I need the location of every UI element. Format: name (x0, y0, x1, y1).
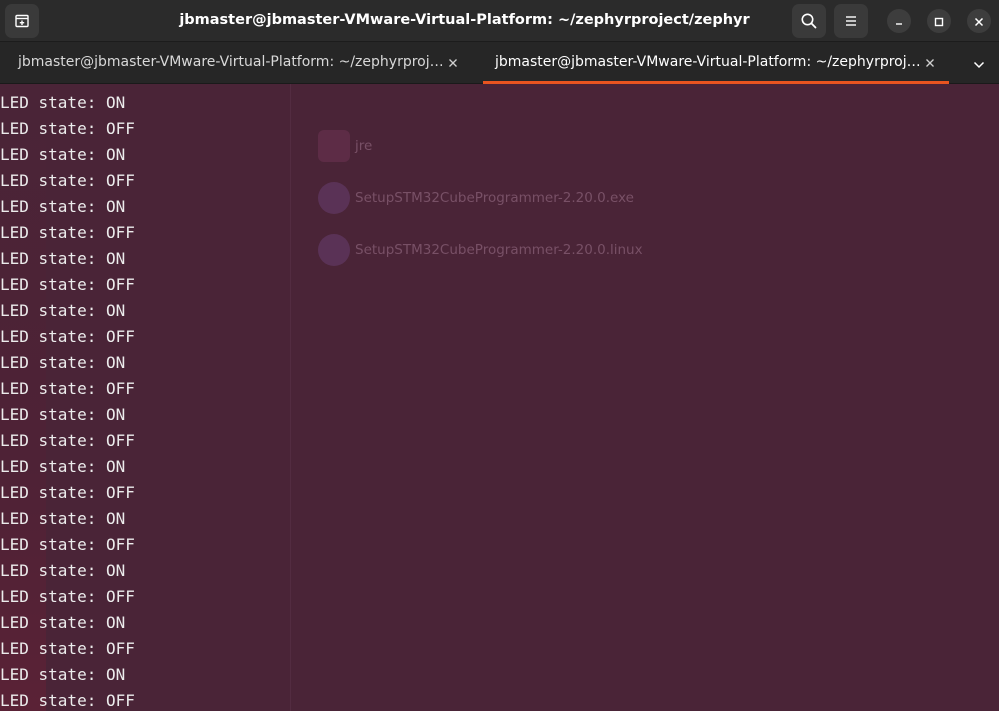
terminal-line: LED state: OFF (0, 691, 135, 710)
terminal-line: LED state: OFF (0, 275, 135, 294)
tab-terminal-2[interactable]: jbmaster@jbmaster-VMware-Virtual-Platfor… (483, 42, 949, 84)
menu-button[interactable] (834, 4, 868, 38)
background-file-name: jre (355, 138, 373, 154)
terminal-line: LED state: OFF (0, 119, 135, 138)
terminal-line: LED state: OFF (0, 379, 135, 398)
terminal-line: LED state: ON (0, 457, 126, 476)
terminal-line: LED state: OFF (0, 639, 135, 658)
terminal-line: LED state: ON (0, 509, 126, 528)
terminal-line: LED state: OFF (0, 535, 135, 554)
terminal-line: LED state: ON (0, 249, 126, 268)
terminal-line: LED state: OFF (0, 327, 135, 346)
tab-close-button[interactable] (445, 55, 461, 71)
terminal-line: LED state: OFF (0, 431, 135, 450)
close-icon (926, 59, 934, 67)
terminal-line: LED state: OFF (0, 223, 135, 242)
terminal-line: LED state: ON (0, 405, 126, 424)
close-icon (449, 59, 457, 67)
terminal-line: LED state: ON (0, 561, 126, 580)
installer-icon (318, 182, 350, 214)
minimize-button[interactable] (887, 9, 911, 33)
minimize-icon (894, 12, 904, 31)
terminal-line: LED state: ON (0, 301, 126, 320)
tab-terminal-1[interactable]: jbmaster@jbmaster-VMware-Virtual-Platfor… (0, 42, 474, 84)
background-file-name: SetupSTM32CubeProgrammer-2.20.0.exe (355, 190, 634, 206)
maximize-button[interactable] (927, 9, 951, 33)
background-file-item: jre (318, 130, 372, 162)
terminal-output[interactable]: jre SetupSTM32CubeProgrammer-2.20.0.exe … (0, 84, 999, 711)
tab-label: jbmaster@jbmaster-VMware-Virtual-Platfor… (495, 54, 921, 70)
tab-label: jbmaster@jbmaster-VMware-Virtual-Platfor… (18, 54, 444, 70)
tab-overflow-button[interactable] (968, 54, 990, 72)
header-bar: jbmaster@jbmaster-VMware-Virtual-Platfor… (0, 0, 999, 42)
background-file-item: SetupSTM32CubeProgrammer-2.20.0.linux (318, 234, 643, 266)
terminal-line: LED state: ON (0, 197, 126, 216)
close-icon (974, 12, 984, 31)
hamburger-menu-icon (844, 14, 858, 28)
tab-close-button[interactable] (922, 55, 938, 71)
terminal-line: LED state: ON (0, 145, 126, 164)
close-button[interactable] (967, 9, 991, 33)
terminal-line: LED state: OFF (0, 483, 135, 502)
background-file-name: SetupSTM32CubeProgrammer-2.20.0.linux (355, 242, 643, 258)
folder-icon (318, 130, 350, 162)
window-title: jbmaster@jbmaster-VMware-Virtual-Platfor… (179, 12, 750, 28)
terminal-line: LED state: OFF (0, 587, 135, 606)
search-button[interactable] (792, 4, 826, 38)
terminal-line: LED state: OFF (0, 171, 135, 190)
new-tab-icon (14, 13, 30, 29)
chevron-down-icon (973, 54, 985, 73)
maximize-icon (934, 12, 944, 31)
tab-bar: jbmaster@jbmaster-VMware-Virtual-Platfor… (0, 42, 999, 84)
terminal-line: LED state: ON (0, 613, 126, 632)
terminal-line: LED state: ON (0, 93, 126, 112)
background-file-item: SetupSTM32CubeProgrammer-2.20.0.exe (318, 182, 634, 214)
installer-icon (318, 234, 350, 266)
new-tab-button[interactable] (5, 4, 39, 38)
terminal-line: LED state: ON (0, 353, 126, 372)
terminal-line: LED state: ON (0, 665, 126, 684)
search-icon (800, 12, 818, 30)
terminal-lines: LED state: ON LED state: OFF LED state: ON… (0, 90, 135, 711)
